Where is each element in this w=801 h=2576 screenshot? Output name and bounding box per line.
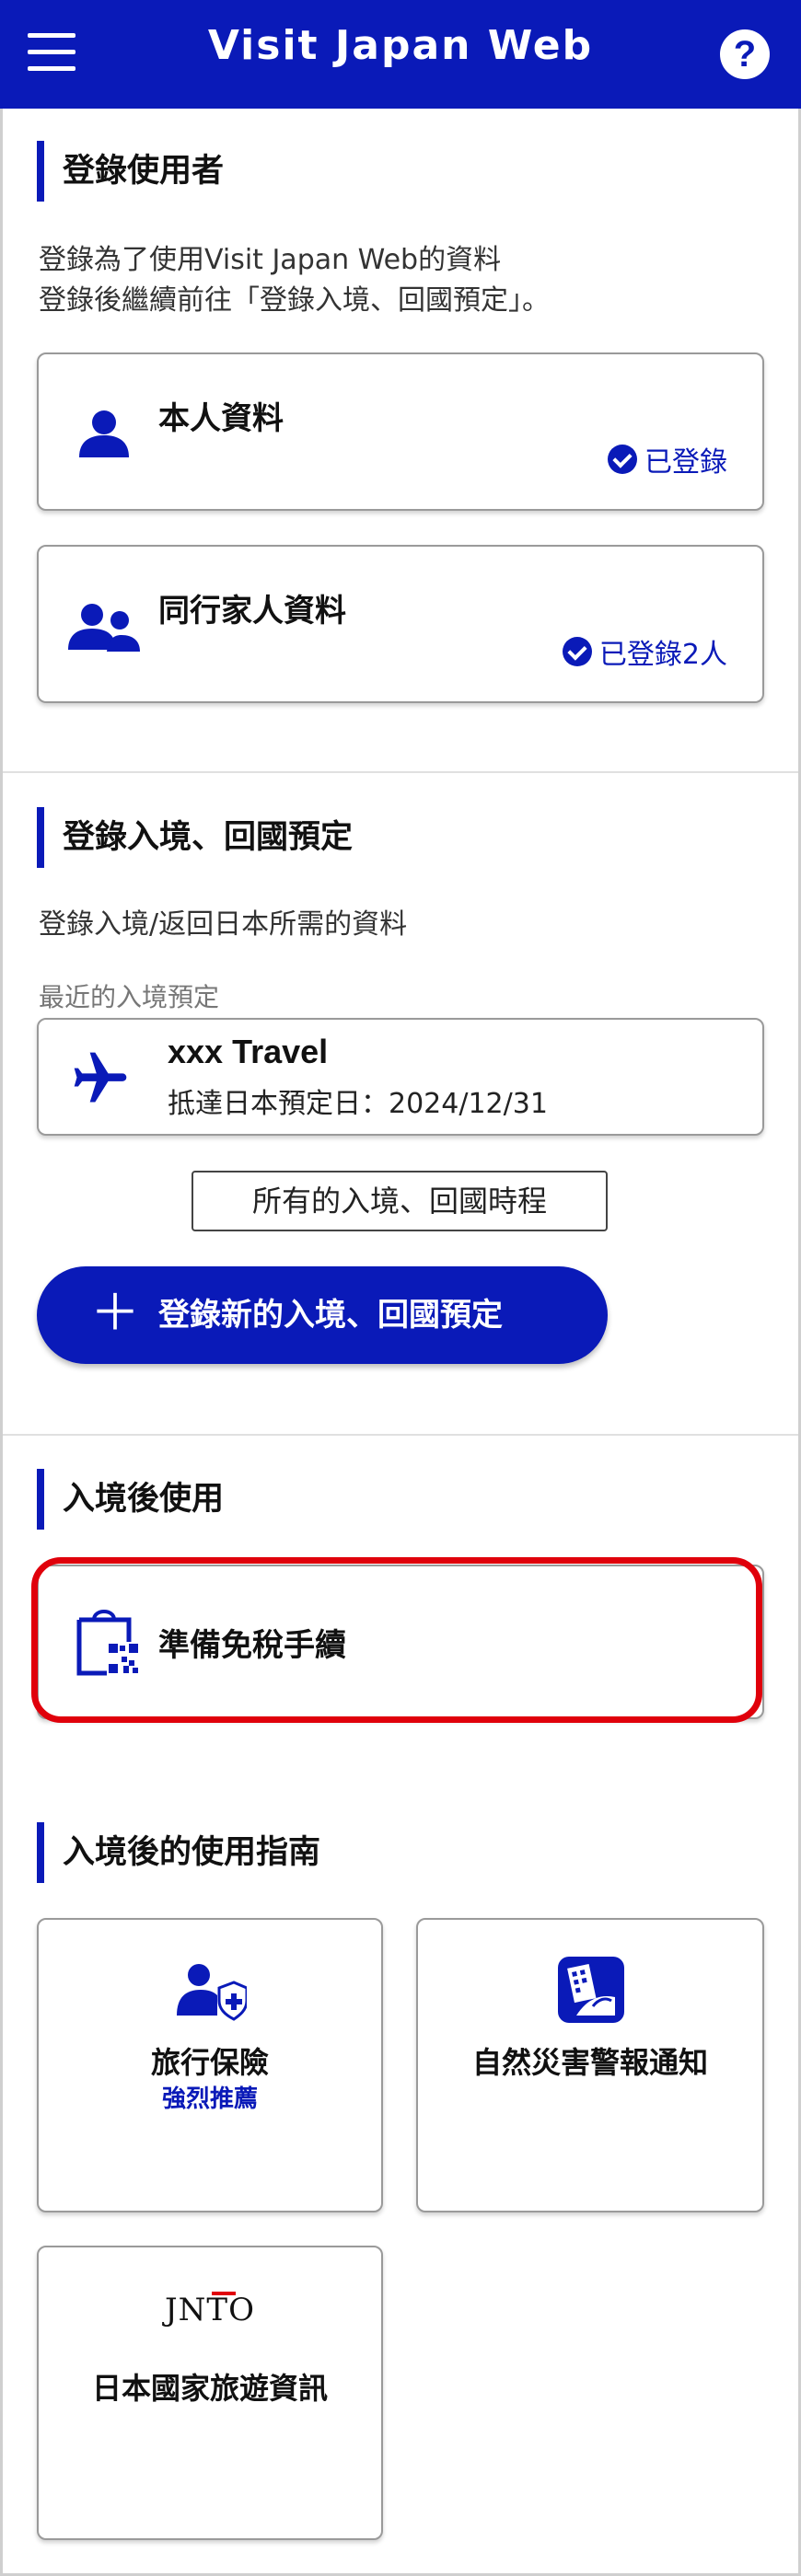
tile-disaster-alert-label: 自然災害警報通知 xyxy=(471,2045,708,2080)
section-heading-register: 登錄使用者 xyxy=(37,141,224,202)
tile-jnto-info-label: 日本國家旅遊資訊 xyxy=(91,2371,328,2406)
disaster-building-icon xyxy=(558,1957,624,2023)
trip-arrival-date: 抵達日本預定日：2024/12/31 xyxy=(168,1088,548,1120)
strongly-recommended-badge: 強烈推薦 xyxy=(161,2085,258,2113)
tile-disaster-alert[interactable]: 自然災害警報通知 xyxy=(416,1918,764,2212)
taxfree-card[interactable]: 準備免稅手續 xyxy=(37,1565,764,1719)
plus-icon: ＋ xyxy=(90,1284,140,1342)
taxfree-title: 準備免稅手續 xyxy=(158,1627,346,1664)
entry-desc: 登錄入境/返回日本所需的資料 xyxy=(39,908,408,941)
register-desc-line1: 登錄為了使用Visit Japan Web的資料 xyxy=(39,244,502,276)
check-circle-icon xyxy=(562,637,592,666)
insurance-person-icon xyxy=(177,1964,247,2021)
family-info-title: 同行家人資料 xyxy=(158,593,346,630)
family-info-status: 已登錄2人 xyxy=(562,631,727,672)
register-new-plan-label: 登錄新的入境、回國預定 xyxy=(158,1297,503,1334)
person-icon xyxy=(79,410,129,457)
personal-info-card[interactable]: 本人資料 已登錄 xyxy=(37,352,764,511)
jnto-logo: JNTO xyxy=(165,2292,255,2328)
all-schedules-button[interactable]: 所有的入境、回國時程 xyxy=(192,1171,608,1231)
tile-travel-insurance[interactable]: 旅行保險 強烈推薦 xyxy=(37,1918,383,2212)
family-info-card[interactable]: 同行家人資料 已登錄2人 xyxy=(37,545,764,703)
family-info-status-text: 已登錄2人 xyxy=(598,639,727,671)
register-new-plan-button[interactable]: ＋ 登錄新的入境、回國預定 xyxy=(37,1266,608,1364)
personal-info-status: 已登錄 xyxy=(608,439,727,479)
section-heading-after-entry: 入境後使用 xyxy=(37,1469,224,1530)
personal-info-title: 本人資料 xyxy=(158,400,284,437)
recent-entry-label: 最近的入境預定 xyxy=(39,982,220,1012)
family-icon xyxy=(68,604,140,652)
section-heading-guide: 入境後的使用指南 xyxy=(37,1822,320,1883)
tile-travel-insurance-label: 旅行保險 xyxy=(150,2045,269,2080)
personal-info-status-text: 已登錄 xyxy=(644,446,727,479)
trip-card[interactable]: xxx Travel 抵達日本預定日：2024/12/31 xyxy=(37,1018,764,1136)
help-icon[interactable]: ? xyxy=(720,29,770,79)
register-desc-line2: 登錄後繼續前往「登錄入境、回國預定」。 xyxy=(39,284,550,317)
taxfree-bag-qr-icon xyxy=(76,1610,140,1677)
section-divider xyxy=(3,1434,798,1436)
airplane-icon xyxy=(74,1052,127,1103)
section-heading-entry: 登錄入境、回國預定 xyxy=(37,807,353,868)
app-header: Visit Japan Web ? xyxy=(0,0,801,109)
trip-name: xxx Travel xyxy=(168,1033,329,1070)
section-divider xyxy=(3,771,798,773)
app-title: Visit Japan Web xyxy=(207,22,594,69)
check-circle-icon xyxy=(608,445,637,474)
tile-jnto-info[interactable]: JNTO 日本國家旅遊資訊 xyxy=(37,2246,383,2540)
